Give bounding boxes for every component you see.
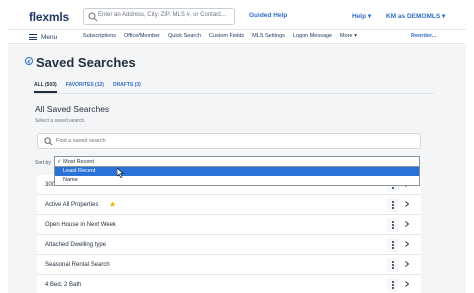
- chevron-down-icon: ▾: [441, 13, 446, 20]
- nav-links: Subscriptions Office/Member Quick Search…: [83, 33, 357, 39]
- more-options-icon[interactable]: [387, 258, 399, 272]
- hamburger-icon: [29, 34, 37, 40]
- tab-bar: ALL (503) FAVORITES (12) DRAFTS (3): [34, 82, 141, 93]
- main-content: Saved Searches ALL (503) FAVORITES (12) …: [8, 45, 466, 293]
- search-icon: [44, 137, 53, 146]
- more-options-icon[interactable]: [387, 278, 399, 292]
- top-bar: flexmls Enter an Address, City, ZIP, MLS…: [8, 0, 466, 30]
- page-title: Saved Searches: [36, 55, 136, 70]
- guided-help-link[interactable]: Guided Help: [249, 12, 287, 19]
- find-placeholder: Find a saved search: [56, 138, 106, 144]
- sort-selected-option: ✓ Most Recent: [57, 159, 95, 165]
- more-options-icon[interactable]: [387, 198, 399, 212]
- saved-search-row[interactable]: Open House in Next Week: [37, 215, 421, 235]
- tab-favorites[interactable]: FAVORITES (12): [66, 82, 104, 93]
- menu-label: Menu: [41, 33, 58, 41]
- section-title: All Saved Searches: [35, 104, 110, 114]
- section-subtitle: Select a saved search.: [35, 118, 86, 124]
- nav-link-more[interactable]: More ▾: [340, 33, 357, 39]
- favorite-star-icon[interactable]: ★: [109, 200, 116, 209]
- saved-search-name: Seasonal Rental Search: [45, 262, 110, 268]
- chevron-down-icon: ▾: [367, 13, 372, 20]
- saved-search-row[interactable]: Attached Dwelling type: [37, 235, 421, 255]
- chevron-right-icon: [405, 221, 410, 227]
- more-options-icon[interactable]: [387, 218, 399, 232]
- tab-drafts[interactable]: DRAFTS (3): [113, 82, 141, 93]
- nav-link-subscriptions[interactable]: Subscriptions: [83, 33, 116, 39]
- saved-search-name: Active All Properties: [45, 202, 99, 208]
- saved-search-list: 300k to 500k Active All Properties ★ Ope…: [37, 175, 421, 293]
- sort-dropdown: Least Recent Name: [54, 166, 420, 186]
- nav-link-quick-search[interactable]: Quick Search: [168, 33, 201, 39]
- saved-search-row[interactable]: 4 Bed, 2 Bath: [37, 275, 421, 293]
- sort-option-least-recent[interactable]: Least Recent: [55, 167, 419, 176]
- flexmls-logo[interactable]: flexmls: [29, 10, 69, 24]
- user-label: KM as DEMOMLS: [386, 13, 441, 20]
- help-menu[interactable]: Help ▾: [352, 12, 371, 20]
- back-icon[interactable]: [25, 57, 33, 65]
- help-label: Help: [352, 13, 367, 20]
- chevron-right-icon: [405, 201, 410, 207]
- nav-link-custom-fields[interactable]: Custom Fields: [209, 33, 244, 39]
- menu-button[interactable]: Menu: [29, 31, 57, 43]
- chevron-right-icon: [405, 261, 410, 267]
- tab-divider: [34, 93, 434, 94]
- saved-search-name: Attached Dwelling type: [45, 242, 107, 248]
- saved-search-row[interactable]: Active All Properties ★: [37, 195, 421, 215]
- chevron-right-icon: [405, 241, 410, 247]
- nav-link-mls-settings[interactable]: MLS Settings: [252, 33, 285, 39]
- chevron-down-icon: ▾: [354, 33, 357, 39]
- more-label: More: [340, 33, 353, 39]
- more-options-icon[interactable]: [387, 238, 399, 252]
- search-icon: [88, 12, 98, 22]
- user-menu[interactable]: KM as DEMOMLS ▾: [386, 12, 445, 20]
- saved-search-name: Open House in Next Week: [45, 222, 116, 228]
- global-search-input[interactable]: Enter an Address, City, ZIP, MLS #, or C…: [83, 8, 235, 25]
- sort-by-label: Sort by: [35, 160, 51, 166]
- global-search-placeholder: Enter an Address, City, ZIP, MLS #, or C…: [98, 12, 226, 18]
- saved-search-row[interactable]: Seasonal Rental Search: [37, 255, 421, 275]
- find-saved-search-input[interactable]: Find a saved search: [37, 133, 421, 149]
- chevron-right-icon: [405, 281, 410, 287]
- mouse-cursor-icon: [117, 168, 124, 178]
- nav-link-logon-message[interactable]: Logon Message: [293, 33, 332, 39]
- sort-option-name[interactable]: Name: [55, 176, 419, 185]
- tab-all[interactable]: ALL (503): [34, 82, 57, 93]
- saved-search-name: 4 Bed, 2 Bath: [45, 282, 82, 288]
- nav-link-office-member[interactable]: Office/Member: [124, 33, 160, 39]
- reorder-link[interactable]: Reorder...: [411, 33, 436, 39]
- nav-bar: Menu Subscriptions Office/Member Quick S…: [8, 30, 466, 44]
